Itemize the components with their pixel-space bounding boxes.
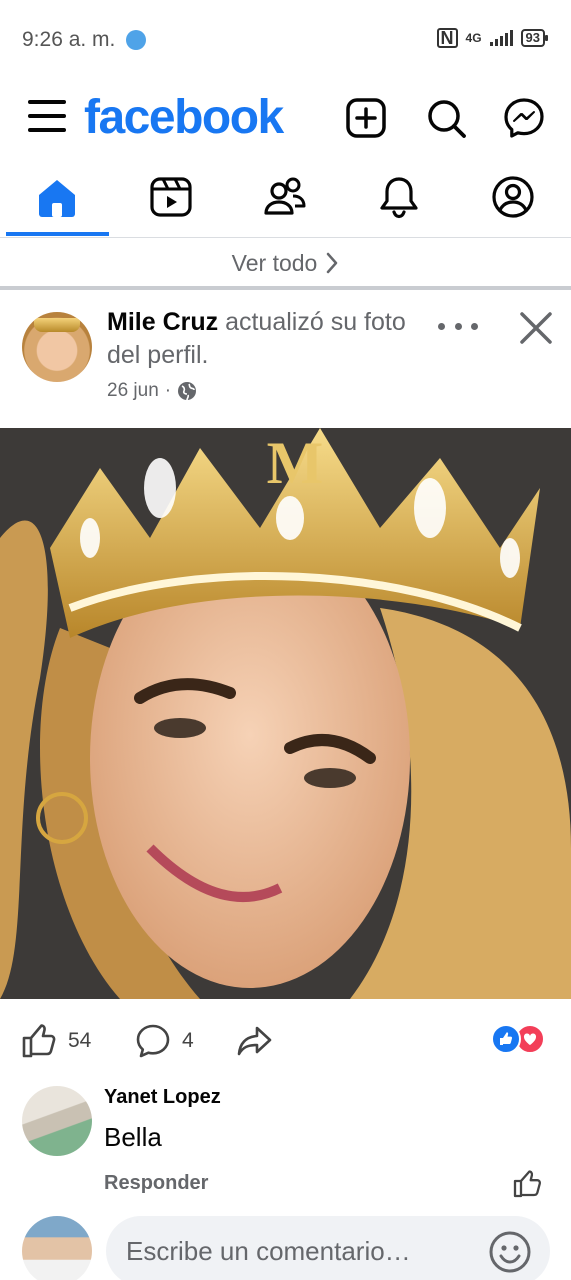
reaction-summary[interactable]: [491, 1024, 551, 1056]
create-post-button[interactable]: [344, 96, 388, 140]
comment-count: 4: [182, 1029, 194, 1052]
profile-icon: [492, 176, 534, 218]
more-options-icon[interactable]: [438, 314, 478, 338]
author-name[interactable]: Mile Cruz: [107, 308, 218, 336]
bell-icon: [380, 177, 418, 219]
close-icon[interactable]: [516, 308, 556, 348]
messenger-icon: [504, 98, 544, 138]
post-title: Mile Cruz actualizó su foto del perfil.: [107, 306, 427, 372]
video-icon: [150, 177, 192, 217]
tab-profile[interactable]: [490, 174, 536, 220]
tab-friends[interactable]: [262, 174, 308, 220]
section-divider: [0, 286, 571, 290]
comment-text: Bella: [104, 1122, 162, 1152]
like-reaction-icon: [491, 1024, 521, 1054]
post-photo[interactable]: M: [0, 428, 571, 999]
notification-dot-icon: [126, 30, 146, 50]
like-icon: [22, 1024, 56, 1058]
commenter-avatar[interactable]: [22, 1086, 92, 1156]
status-indicators: N 4G 93: [436, 28, 549, 48]
emoji-icon[interactable]: [488, 1230, 532, 1274]
comment-like-icon[interactable]: [512, 1168, 544, 1200]
tab-bar: [0, 160, 571, 238]
plus-square-icon: [346, 98, 386, 138]
see-all-link[interactable]: Ver todo: [232, 250, 340, 277]
see-all-row: Ver todo: [0, 238, 571, 288]
battery-icon: 93: [520, 29, 549, 47]
commenter-name[interactable]: Yanet Lopez: [104, 1086, 221, 1109]
like-count: 54: [68, 1029, 92, 1052]
like-button[interactable]: 54: [20, 1022, 91, 1060]
post-date[interactable]: 26 jun: [107, 380, 159, 402]
nfc-icon: N: [436, 28, 458, 48]
author-avatar[interactable]: [22, 312, 92, 382]
post-meta: 26 jun ·: [107, 380, 197, 402]
comment-box[interactable]: [106, 1216, 550, 1280]
app-header: facebook: [0, 88, 571, 152]
menu-icon[interactable]: [28, 100, 66, 134]
home-icon: [39, 180, 75, 217]
post-header: Mile Cruz actualizó su foto del perfil. …: [0, 300, 571, 420]
reply-button[interactable]: Responder: [104, 1172, 208, 1195]
meta-separator: ·: [164, 380, 172, 401]
search-button[interactable]: [424, 96, 468, 140]
photo-illustration: M: [0, 428, 571, 999]
comment-composer: [0, 1212, 571, 1280]
see-all-label: Ver todo: [231, 249, 318, 276]
comment-input[interactable]: [126, 1216, 486, 1280]
comment-item: Yanet Lopez Bella Responder: [0, 1080, 571, 1200]
status-bar: 9:26 a. m. N 4G 93: [0, 0, 571, 80]
messenger-button[interactable]: [502, 96, 546, 140]
post-actions: 54 4: [0, 1010, 571, 1070]
comment-icon: [136, 1024, 170, 1058]
friends-icon: [264, 177, 306, 215]
chevron-right-icon: [327, 252, 338, 274]
signal-icon: [489, 30, 513, 46]
tab-video[interactable]: [148, 174, 194, 220]
svg-text:M: M: [267, 430, 324, 496]
active-tab-indicator: [6, 232, 109, 236]
network-type: 4G: [465, 31, 482, 45]
tab-home[interactable]: [34, 174, 80, 220]
comment-button[interactable]: 4: [134, 1022, 194, 1060]
tab-notifications[interactable]: [376, 174, 422, 220]
current-user-avatar: [22, 1216, 92, 1280]
globe-icon: [178, 382, 197, 401]
facebook-logo: facebook: [84, 91, 284, 144]
share-button[interactable]: [236, 1022, 274, 1060]
search-icon: [428, 100, 466, 138]
share-icon: [237, 1026, 272, 1056]
status-time: 9:26 a. m.: [22, 28, 116, 51]
